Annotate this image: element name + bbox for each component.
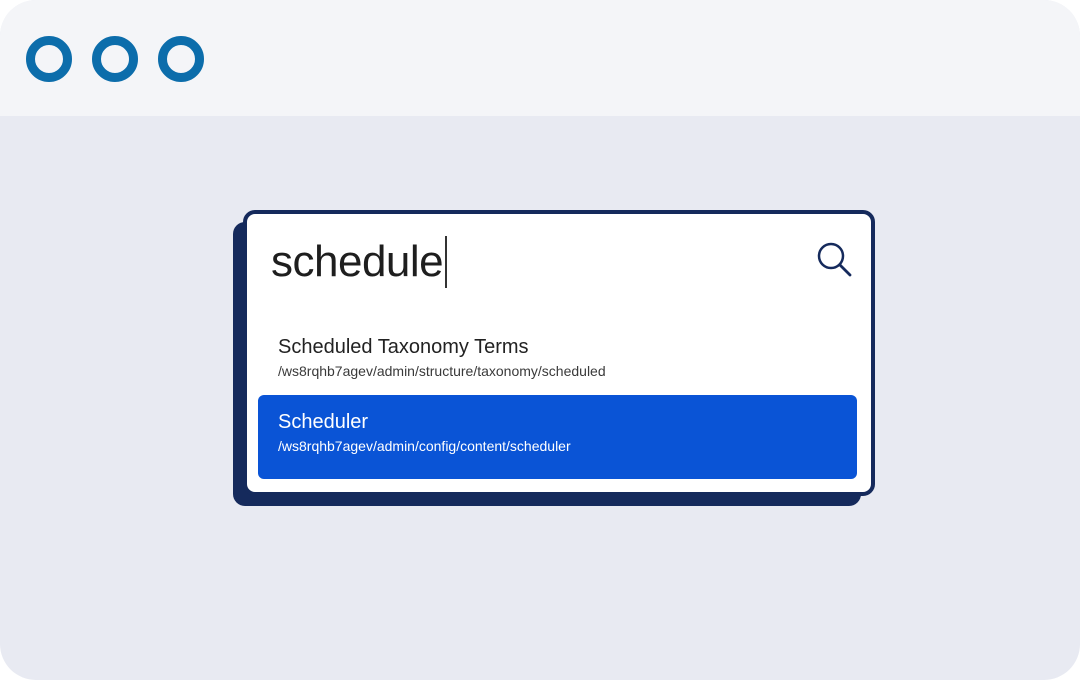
window-titlebar bbox=[0, 0, 1080, 116]
search-row: schedule bbox=[247, 214, 871, 314]
text-caret bbox=[445, 236, 448, 288]
search-icon[interactable] bbox=[815, 240, 855, 280]
result-title: Scheduled Taxonomy Terms bbox=[278, 336, 529, 358]
window-control-dot-icon[interactable] bbox=[158, 36, 204, 82]
result-path: /ws8rqhb7agev/admin/config/content/sched… bbox=[278, 438, 571, 454]
search-query-text: schedule bbox=[271, 237, 444, 286]
search-result-item[interactable]: Scheduled Taxonomy Terms /ws8rqhb7agev/a… bbox=[258, 320, 857, 404]
result-title: Scheduler bbox=[278, 411, 369, 433]
search-input[interactable]: schedule bbox=[271, 232, 448, 292]
result-path: /ws8rqhb7agev/admin/structure/taxonomy/s… bbox=[278, 363, 606, 379]
window-control-dot-icon[interactable] bbox=[92, 36, 138, 82]
command-palette: schedule Scheduled Taxonomy Terms /ws8rq… bbox=[243, 210, 875, 496]
browser-window: schedule Scheduled Taxonomy Terms /ws8rq… bbox=[0, 0, 1080, 680]
window-control-dot-icon[interactable] bbox=[26, 36, 72, 82]
search-result-item-selected[interactable]: Scheduler /ws8rqhb7agev/admin/config/con… bbox=[258, 395, 857, 479]
